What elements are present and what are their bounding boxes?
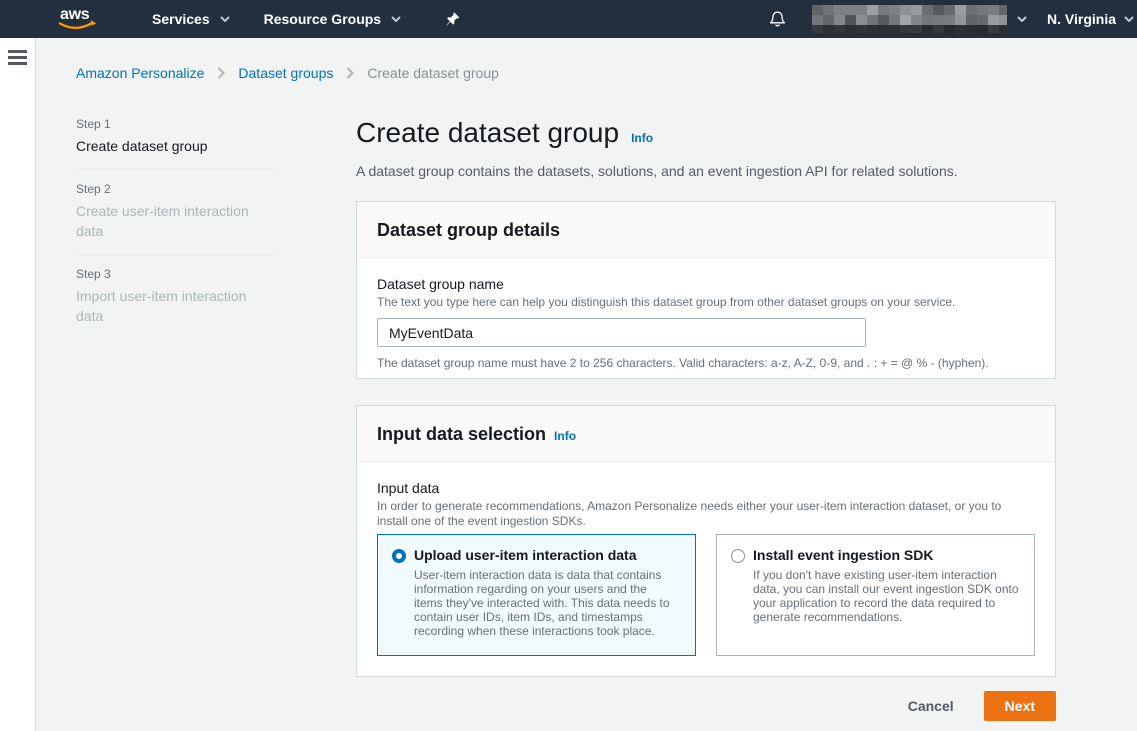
form-actions: Cancel Next	[356, 691, 1056, 721]
chevron-down-icon	[1124, 16, 1134, 22]
card-body: Dataset group name The text you type her…	[357, 258, 1055, 378]
hamburger-menu-icon[interactable]	[8, 50, 27, 65]
dataset-group-details-card: Dataset group details Dataset group name…	[356, 201, 1056, 379]
radio-selected-icon[interactable]	[392, 549, 406, 563]
step-number: Step 3	[76, 266, 276, 282]
input-data-hint: In order to generate recommendations, Am…	[377, 499, 1035, 529]
chevron-down-icon	[391, 16, 401, 22]
bell-icon[interactable]	[769, 11, 786, 28]
card-header: Input data selection Info	[357, 406, 1055, 462]
services-menu-label: Services	[152, 11, 210, 27]
step-number: Step 2	[76, 181, 276, 197]
breadcrumb: Amazon Personalize Dataset groups Create…	[76, 65, 1137, 81]
page-description: A dataset group contains the datasets, s…	[356, 161, 1056, 181]
top-navigation-bar: aws Services Resource Groups N. Virginia	[0, 0, 1137, 38]
tile-head: Install event ingestion SDK	[731, 547, 1020, 564]
region-menu[interactable]: N. Virginia	[1047, 11, 1134, 27]
cancel-button[interactable]: Cancel	[908, 698, 954, 714]
wizard-step-1: Step 1 Create dataset group	[76, 116, 276, 170]
card-title: Dataset group details	[377, 219, 560, 241]
breadcrumb-current: Create dataset group	[367, 65, 499, 81]
tile-description: User-item interaction data is data that …	[414, 568, 672, 638]
step-title[interactable]: Create dataset group	[76, 136, 276, 156]
tile-title: Install event ingestion SDK	[753, 547, 933, 564]
page-title: Create dataset group	[356, 116, 619, 150]
chevron-down-icon	[220, 16, 230, 22]
page-info-link[interactable]: Info	[631, 131, 653, 145]
services-menu[interactable]: Services	[152, 11, 230, 27]
resource-groups-menu[interactable]: Resource Groups	[264, 11, 401, 27]
wizard-step-3: Step 3 Import user-item interaction data	[76, 255, 276, 339]
radio-tile-upload-interaction-data[interactable]: Upload user-item interaction data User-i…	[377, 534, 696, 656]
pin-icon[interactable]	[446, 12, 459, 27]
dataset-group-name-label: Dataset group name	[377, 275, 1035, 293]
aws-logo[interactable]: aws	[56, 5, 100, 33]
card-body: Input data In order to generate recommen…	[357, 462, 1055, 676]
account-menu[interactable]	[812, 5, 1027, 33]
region-menu-label: N. Virginia	[1047, 11, 1116, 27]
input-data-label: Input data	[377, 479, 1035, 497]
input-data-selection-card: Input data selection Info Input data In …	[356, 405, 1056, 677]
radio-unselected-icon[interactable]	[731, 549, 745, 563]
step-number: Step 1	[76, 116, 276, 132]
account-name-redacted	[812, 5, 1007, 33]
dataset-group-name-hint: The text you type here can help you dist…	[377, 295, 1035, 310]
card-title: Input data selection	[377, 423, 546, 445]
next-button[interactable]: Next	[984, 691, 1056, 721]
breadcrumb-amazon-personalize[interactable]: Amazon Personalize	[76, 65, 204, 81]
wizard-step-2: Step 2 Create user-item interaction data	[76, 170, 276, 255]
resource-groups-menu-label: Resource Groups	[264, 11, 381, 27]
chevron-right-icon	[346, 67, 354, 79]
chevron-down-icon	[1017, 16, 1027, 22]
radio-tile-install-sdk[interactable]: Install event ingestion SDK If you don't…	[716, 534, 1035, 656]
chevron-right-icon	[217, 67, 225, 79]
main-panel: Create dataset group Info A dataset grou…	[356, 116, 1056, 721]
wizard-steps-nav: Step 1 Create dataset group Step 2 Creat…	[76, 116, 276, 721]
content-area: Amazon Personalize Dataset groups Create…	[36, 38, 1137, 731]
tile-description: If you don't have existing user-item int…	[753, 568, 1020, 624]
page-head: Create dataset group Info	[356, 116, 1056, 150]
input-selection-info-link[interactable]: Info	[554, 429, 576, 443]
radio-tile-group: Upload user-item interaction data User-i…	[377, 534, 1035, 656]
tile-head: Upload user-item interaction data	[392, 547, 681, 564]
side-navigation-strip	[0, 38, 36, 731]
svg-text:aws: aws	[60, 6, 90, 23]
two-column-layout: Step 1 Create dataset group Step 2 Creat…	[76, 116, 1137, 721]
breadcrumb-dataset-groups[interactable]: Dataset groups	[238, 65, 333, 81]
card-header: Dataset group details	[357, 202, 1055, 258]
step-title[interactable]: Create user-item interaction data	[76, 201, 276, 241]
tile-title: Upload user-item interaction data	[414, 547, 636, 564]
step-title[interactable]: Import user-item interaction data	[76, 286, 276, 326]
dataset-group-name-constraint: The dataset group name must have 2 to 25…	[377, 356, 1035, 370]
dataset-group-name-input[interactable]	[377, 318, 866, 347]
page-shell: Amazon Personalize Dataset groups Create…	[0, 38, 1137, 731]
